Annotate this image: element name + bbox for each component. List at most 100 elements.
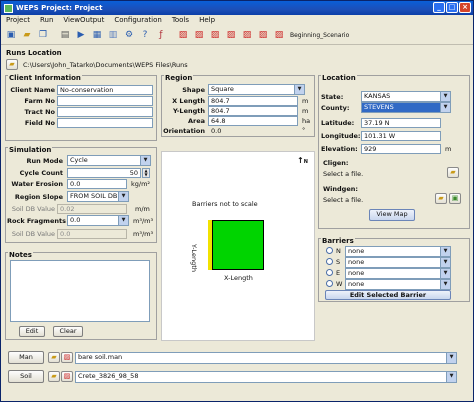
soil-db-value2-field: 0.0	[57, 229, 127, 239]
report-icon-3[interactable]: ▨	[208, 28, 222, 42]
cligen-folder-button[interactable]: ▰	[447, 167, 459, 178]
chevron-down-icon: ▼	[294, 85, 304, 94]
close-button[interactable]: ×	[459, 2, 471, 13]
report-icon-1[interactable]: ▨	[176, 28, 190, 42]
chevron-down-icon: ▼	[440, 92, 450, 101]
windgen-label: Windgen:	[323, 185, 358, 193]
cligen-file: Select a file.	[323, 170, 364, 178]
barrier-e-select[interactable]: none ▼	[345, 268, 451, 279]
chevron-down-icon: ▼	[140, 156, 150, 165]
soil-file-select[interactable]: Crete_3826_98_58 ▼	[75, 371, 457, 383]
report-icon-2[interactable]: ▨	[192, 28, 206, 42]
copy-project-icon[interactable]: ❐	[36, 28, 50, 42]
barrier-e-value: none	[348, 269, 365, 277]
soil-view-button[interactable]: ▨	[61, 371, 73, 382]
barriers-caption: Barriers not to scale	[192, 200, 258, 208]
state-value: KANSAS	[364, 92, 391, 100]
xlength-axis-label: X-Length	[224, 274, 253, 282]
barrier-s-select[interactable]: none ▼	[345, 257, 451, 268]
soil-db-value-label: Soil DB Value	[11, 205, 55, 213]
run-mode-select[interactable]: Cycle ▼	[67, 155, 151, 166]
area-field[interactable]: 64.8	[208, 116, 298, 126]
notes-textarea[interactable]	[10, 260, 150, 322]
man-button[interactable]: Man	[8, 351, 44, 364]
notes-icon[interactable]: ▤	[58, 28, 72, 42]
region-slope-label: Region Slope	[14, 193, 63, 201]
shape-value: Square	[211, 85, 234, 93]
orientation-field[interactable]: 0.0	[208, 126, 298, 136]
cligen-label: Cligen:	[323, 159, 349, 167]
report-icon-5[interactable]: ▨	[240, 28, 254, 42]
farm-no-field[interactable]	[57, 96, 153, 106]
report-icon-4[interactable]: ▨	[224, 28, 238, 42]
soil-db-value-field: 0.02	[57, 204, 127, 214]
barrier-n-radio[interactable]	[326, 247, 333, 254]
windgen-folder-button[interactable]: ▰	[435, 193, 447, 204]
menu-project[interactable]: Project	[1, 15, 35, 26]
man-file-select[interactable]: bare soil.man ▼	[75, 352, 457, 364]
chevron-down-icon: ▼	[440, 247, 450, 256]
edit-selected-barrier-button[interactable]: Edit Selected Barrier	[325, 290, 451, 300]
chevron-down-icon: ▼	[118, 216, 128, 225]
open-project-icon[interactable]: ▰	[20, 28, 34, 42]
new-project-icon[interactable]: ▣	[4, 28, 18, 42]
state-label: State:	[321, 93, 344, 101]
menu-tools[interactable]: Tools	[167, 15, 194, 26]
notes-edit-button[interactable]: Edit	[19, 326, 45, 337]
report-icon-7[interactable]: ▨	[272, 28, 286, 42]
report-icon-6[interactable]: ▨	[256, 28, 270, 42]
state-select[interactable]: KANSAS ▼	[361, 91, 451, 102]
field-square	[212, 220, 264, 270]
county-select[interactable]: STEVENS ▼	[361, 102, 451, 113]
shape-select[interactable]: Square ▼	[208, 84, 305, 95]
minimize-button[interactable]: _	[433, 2, 445, 13]
ylength-field[interactable]: 804.7	[208, 106, 298, 116]
elevation-field[interactable]: 929	[361, 144, 441, 154]
man-file-value: bare soil.man	[78, 353, 123, 361]
soil-folder-button[interactable]: ▰	[48, 371, 60, 382]
maximize-button[interactable]: □	[446, 2, 458, 13]
man-view-button[interactable]: ▨	[61, 352, 73, 363]
longitude-field[interactable]: 101.31 W	[361, 131, 441, 141]
field-no-label: Field No	[24, 119, 55, 127]
cycle-count-field[interactable]: 50	[67, 168, 141, 178]
wind-icon[interactable]: ƒ	[154, 28, 168, 42]
menu-configuration[interactable]: Configuration	[109, 15, 166, 26]
barrier-w-select[interactable]: none ▼	[345, 279, 451, 290]
barriers-heading: Barriers	[321, 237, 355, 245]
man-folder-button[interactable]: ▰	[48, 352, 60, 363]
water-erosion-unit: kg/m²	[131, 180, 151, 188]
run-icon[interactable]: ▶	[74, 28, 88, 42]
water-erosion-field[interactable]: 0.0	[67, 179, 127, 189]
chart-icon[interactable]: ▥	[106, 28, 120, 42]
cycle-count-spinner[interactable]: ▲ ▼	[142, 168, 150, 178]
barrier-n-select[interactable]: none ▼	[345, 246, 451, 257]
menu-viewoutput[interactable]: ViewOutput	[58, 15, 109, 26]
tract-no-field[interactable]	[57, 107, 153, 117]
menu-run[interactable]: Run	[35, 15, 58, 26]
grid-icon[interactable]: ▦	[90, 28, 104, 42]
question-icon[interactable]: ?	[138, 28, 152, 42]
runs-folder-button[interactable]: ▰	[6, 59, 18, 70]
soil-button[interactable]: Soil	[8, 370, 44, 383]
barrier-s-label: S	[336, 258, 341, 266]
barrier-s-radio[interactable]	[326, 258, 333, 265]
menu-help[interactable]: Help	[194, 15, 220, 26]
xlength-field[interactable]: 804.7	[208, 96, 298, 106]
region-slope-select[interactable]: FROM SOIL DB ▼	[67, 191, 129, 202]
runs-location-heading: Runs Location	[6, 49, 62, 57]
notes-clear-button[interactable]: Clear	[53, 326, 83, 337]
rock-fragments-select[interactable]: 0.0 ▼	[67, 215, 129, 226]
field-map-canvas: ↑N Barriers not to scale Y-Length X-Leng…	[161, 151, 315, 341]
barrier-w-radio[interactable]	[326, 280, 333, 287]
latitude-field[interactable]: 37.19 N	[361, 118, 441, 128]
field-no-field[interactable]	[57, 118, 153, 128]
area-label: Area	[187, 117, 205, 125]
client-name-field[interactable]: No-conservation	[57, 85, 153, 95]
barrier-e-radio[interactable]	[326, 269, 333, 276]
view-map-button[interactable]: View Map	[369, 209, 415, 221]
windgen-settings-button[interactable]: ▣	[449, 193, 461, 204]
tools-icon[interactable]: ⚙	[122, 28, 136, 42]
soil-db-value2-label: Soil DB Value	[11, 230, 55, 238]
windgen-file: Select a file.	[323, 196, 364, 204]
